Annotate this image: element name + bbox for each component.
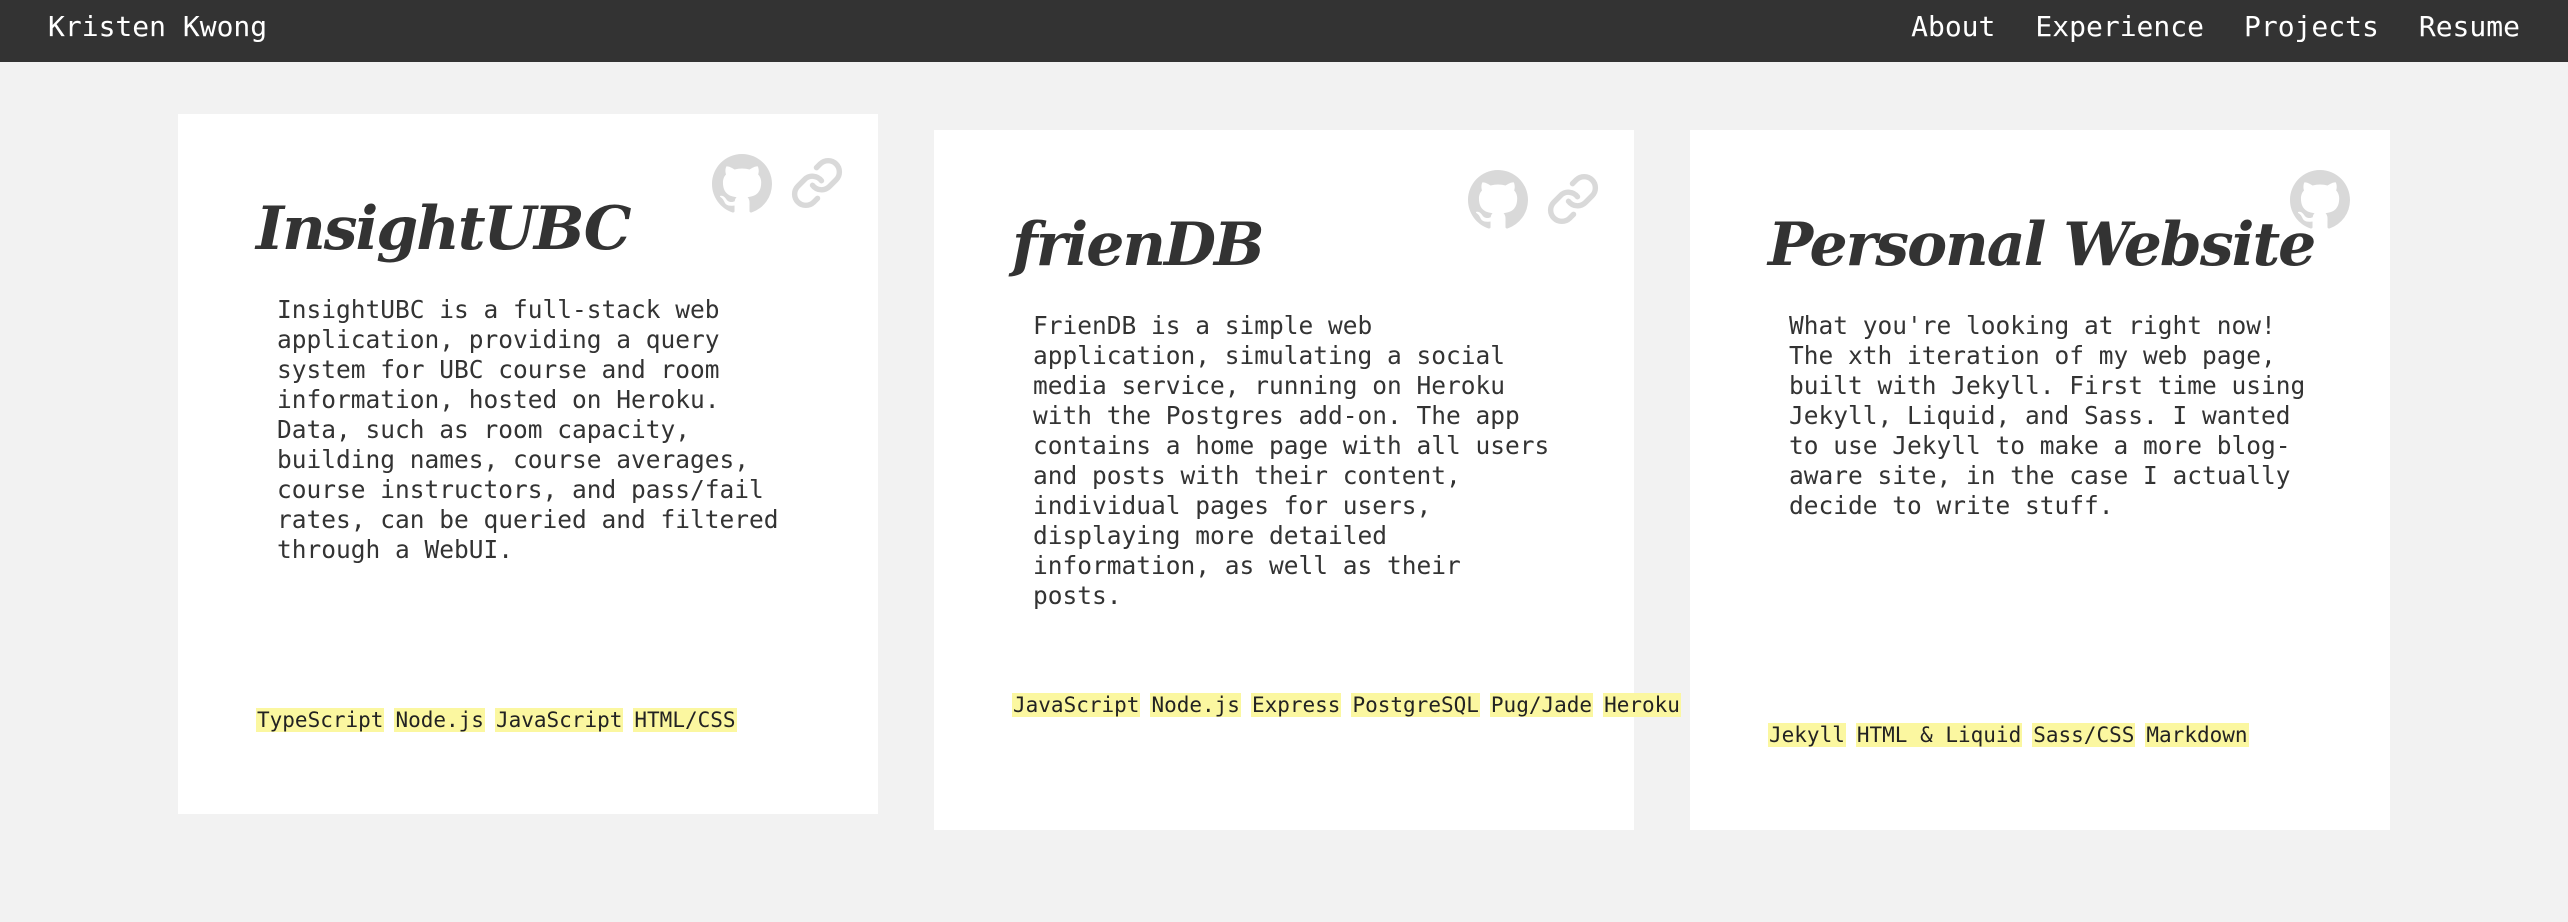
tag-list: JavaScript Node.js Express PostgreSQL Pug/Ja… <box>1012 690 1681 720</box>
nav-link-experience[interactable]: Experience <box>2035 11 2204 43</box>
nav-link-about[interactable]: About <box>1911 11 1995 43</box>
link-icon[interactable] <box>1546 172 1600 226</box>
link-icon[interactable] <box>790 156 844 210</box>
tag: Markdown <box>2145 723 2249 747</box>
tag: Jekyll <box>1768 723 1846 747</box>
project-title: InsightUBC <box>256 194 631 264</box>
brand-link[interactable]: Kristen Kwong <box>48 11 267 43</box>
github-icon[interactable] <box>712 154 772 214</box>
tag: JavaScript <box>494 708 624 732</box>
project-card-personal-website: Personal Website What you're looking at … <box>1690 130 2390 830</box>
tag-list: Jekyll HTML & Liquid Sass/CSS Markdown <box>1768 720 2328 750</box>
project-title: Personal Website <box>1768 210 2316 280</box>
tag: Heroku <box>1603 693 1681 717</box>
project-card-friendb: frienDB FrienDB is a simple web applicat… <box>934 130 1681 830</box>
nav-link-resume[interactable]: Resume <box>2419 11 2520 43</box>
tag: Node.js <box>394 708 485 732</box>
tag: Node.js <box>1150 693 1241 717</box>
project-title: frienDB <box>1012 210 1265 280</box>
tag: JavaScript <box>1012 693 1141 717</box>
nav-link-projects[interactable]: Projects <box>2244 11 2379 43</box>
tag: Pug/Jade <box>1489 693 1594 717</box>
project-description: FrienDB is a simple web application, sim… <box>1033 311 1550 610</box>
github-icon[interactable] <box>1468 170 1528 230</box>
nav-links: About Experience Projects Resume <box>1911 11 2520 43</box>
tag-list: TypeScript Node.js JavaScript HTML/CSS <box>256 705 816 735</box>
tag: Express <box>1250 693 1342 717</box>
tag: PostgreSQL <box>1351 693 1480 717</box>
tag: Sass/CSS <box>2032 723 2136 747</box>
project-description: What you're looking at right now! The xt… <box>1789 311 2306 520</box>
top-navbar: Kristen Kwong About Experience Projects … <box>0 0 2568 62</box>
tag: TypeScript <box>256 708 385 732</box>
project-description: InsightUBC is a full-stack web applicati… <box>277 295 779 564</box>
project-card-insightubc: InsightUBC InsightUBC is a full-stack we… <box>178 114 878 814</box>
tag: HTML & Liquid <box>1855 723 2023 747</box>
tag: HTML/CSS <box>633 708 737 732</box>
